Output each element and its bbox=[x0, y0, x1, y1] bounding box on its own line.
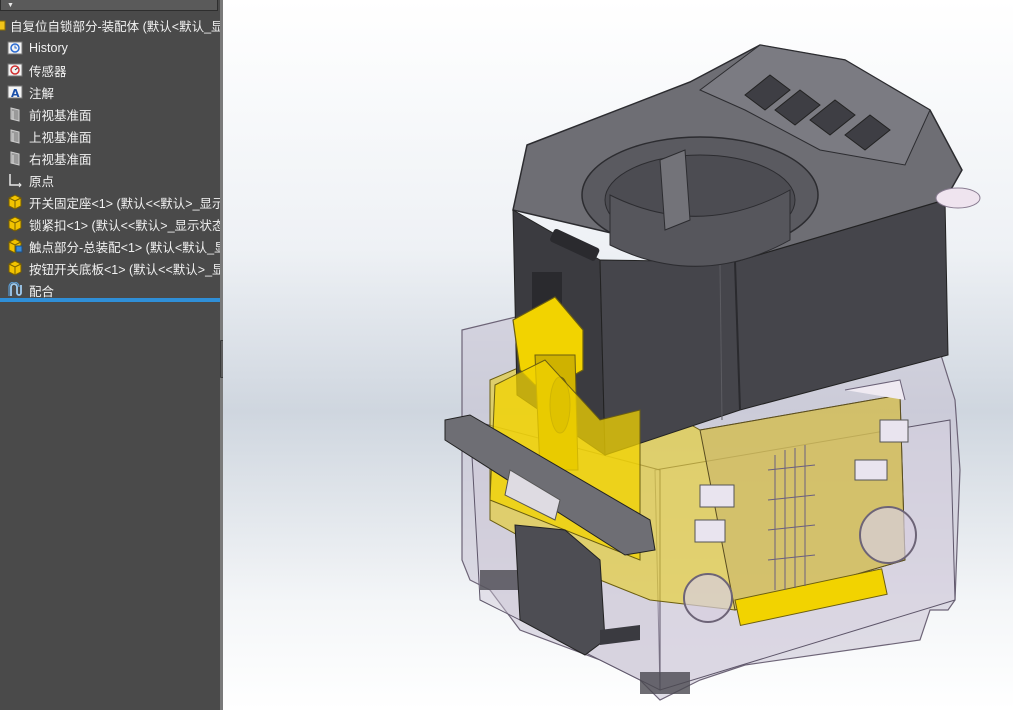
plane-icon bbox=[7, 128, 23, 144]
selection-underline bbox=[0, 298, 222, 302]
graphics-viewport[interactable] bbox=[223, 0, 1013, 710]
tree-item-label: 触点部分-总装配<1> (默认<默认_显 bbox=[29, 240, 222, 255]
filter-dropdown-arrow-icon[interactable]: ▼ bbox=[7, 1, 14, 10]
annotation-icon: A bbox=[7, 84, 23, 100]
tree-item-origin[interactable]: 原点 bbox=[0, 169, 222, 191]
history-icon bbox=[7, 40, 23, 56]
tree-item-label: 前视基准面 bbox=[29, 108, 92, 123]
subassembly-icon bbox=[7, 238, 23, 254]
tree-item-sensors[interactable]: 传感器 bbox=[0, 59, 222, 81]
plane-icon bbox=[7, 106, 23, 122]
tree-item-label: 传感器 bbox=[29, 64, 67, 79]
feature-manager-tree: ▼ 自复位自锁部分-装配体 (默认<默认_显示 History 传感器 A 注解… bbox=[0, 0, 222, 710]
part-icon bbox=[7, 260, 23, 276]
tree-item-contact-subassembly[interactable]: 触点部分-总装配<1> (默认<默认_显 bbox=[0, 235, 222, 257]
tree-item-base-plate[interactable]: 按钮开关底板<1> (默认<<默认>_显 bbox=[0, 257, 222, 279]
tree-item-label: History bbox=[29, 41, 68, 55]
assembly-icon bbox=[0, 17, 6, 33]
part-icon bbox=[7, 194, 23, 210]
part-icon bbox=[7, 216, 23, 232]
tree-item-history[interactable]: History bbox=[0, 37, 222, 59]
origin-icon bbox=[7, 172, 23, 188]
tree-item-label: 开关固定座<1> (默认<<默认>_显示 bbox=[29, 196, 222, 211]
tree-item-annotations[interactable]: A 注解 bbox=[0, 81, 222, 103]
tree-item-label: 配合 bbox=[29, 284, 55, 299]
svg-text:A: A bbox=[11, 87, 20, 100]
tree-item-front-plane[interactable]: 前视基准面 bbox=[0, 103, 222, 125]
tree-item-label: 上视基准面 bbox=[29, 130, 92, 145]
tree-item-label: 锁紧扣<1> (默认<<默认>_显示状态 bbox=[29, 218, 222, 233]
tree-item-switch-mount[interactable]: 开关固定座<1> (默认<<默认>_显示 bbox=[0, 191, 222, 213]
tree-item-top-plane[interactable]: 上视基准面 bbox=[0, 125, 222, 147]
mates-icon bbox=[7, 282, 23, 298]
tree-root-label: 自复位自锁部分-装配体 (默认<默认_显示 bbox=[10, 19, 222, 34]
tree-root-assembly[interactable]: 自复位自锁部分-装配体 (默认<默认_显示 bbox=[0, 14, 222, 36]
tree-item-label: 注解 bbox=[29, 86, 55, 101]
tree-item-label: 原点 bbox=[29, 174, 55, 189]
tree-item-lock-buckle[interactable]: 锁紧扣<1> (默认<<默认>_显示状态 bbox=[0, 213, 222, 235]
plane-icon bbox=[7, 150, 23, 166]
assembly-model-render[interactable] bbox=[223, 0, 1013, 710]
tree-item-right-plane[interactable]: 右视基准面 bbox=[0, 147, 222, 169]
tree-filter-bar[interactable]: ▼ bbox=[0, 0, 218, 11]
tree-item-label: 右视基准面 bbox=[29, 152, 92, 167]
sensor-icon bbox=[7, 62, 23, 78]
tree-item-label: 按钮开关底板<1> (默认<<默认>_显 bbox=[29, 262, 222, 277]
